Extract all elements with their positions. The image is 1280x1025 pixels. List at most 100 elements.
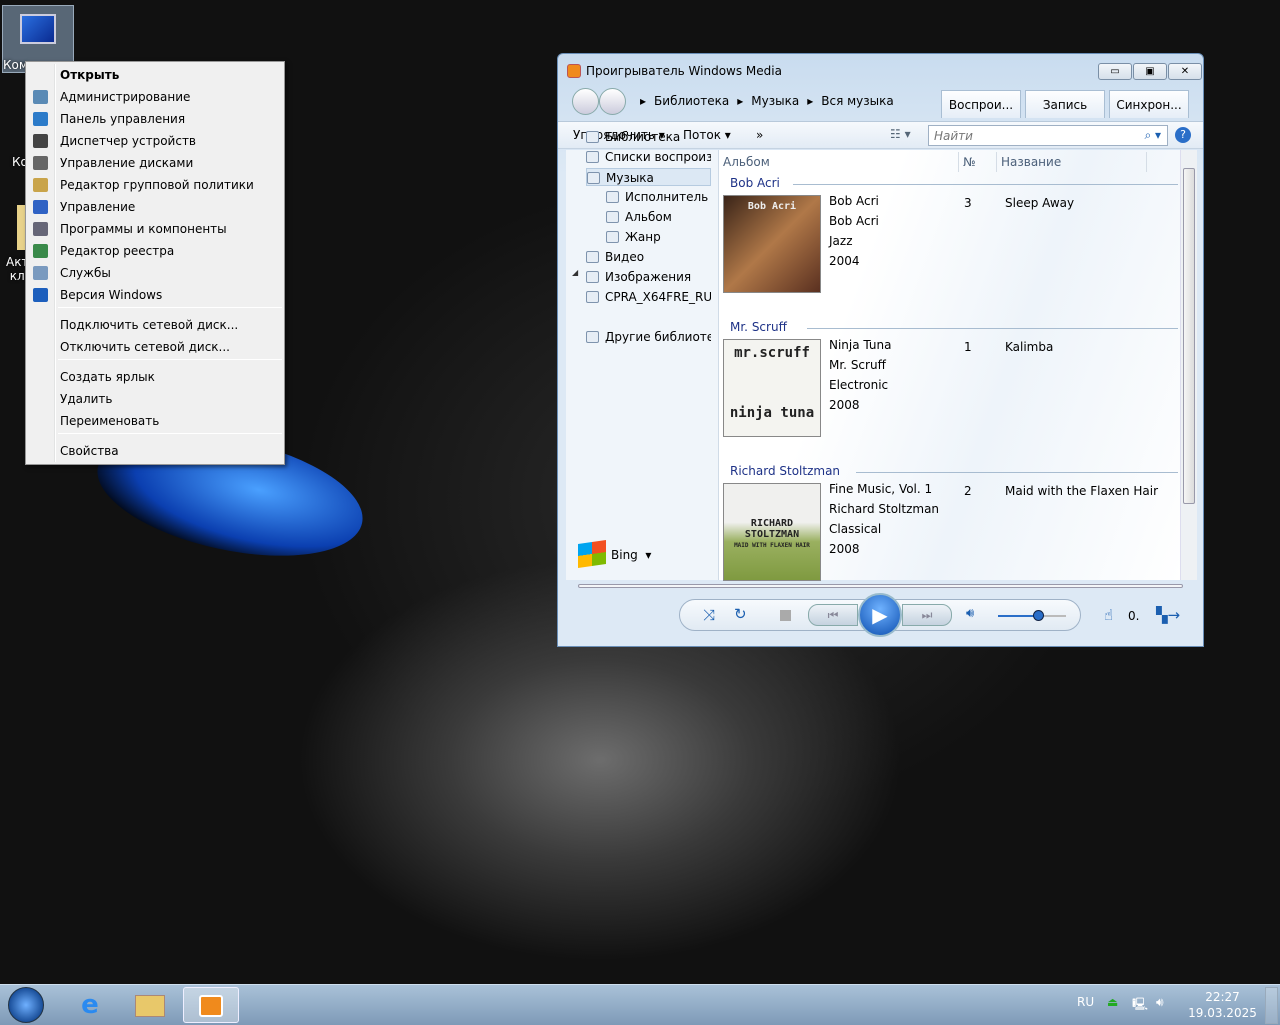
view-options-icon[interactable]: ☷ ▾ [890,127,911,141]
mute-icon[interactable]: 🔊︎ [966,606,974,621]
seek-bar[interactable] [578,584,1183,588]
menu-item-disconnect-network-drive[interactable]: Отключить сетевой диск... [28,336,282,358]
menu-item-registry-editor[interactable]: Редактор реестра [28,240,282,262]
breadcrumb-all-music[interactable]: Вся музыка [821,94,893,108]
album-year: 2008 [829,398,860,412]
folder-icon [135,995,165,1017]
group-header-artist[interactable]: Richard Stoltzman [730,464,840,478]
tab-play[interactable]: Воспрои... [941,90,1021,118]
nav-item-video[interactable]: Видео [586,248,711,266]
album-cover[interactable]: RICHARD STOLTZMAN MAID WITH FLAXEN HAIR [723,483,821,581]
album-album: Bob Acri [829,194,879,208]
menu-item-device-manager[interactable]: Диспетчер устройств [28,130,282,152]
menu-item-group-policy-editor[interactable]: Редактор групповой политики [28,174,282,196]
breadcrumb-library[interactable]: Библиотека [654,94,729,108]
scrollbar-thumb[interactable] [1183,168,1195,504]
computer-icon [20,14,56,44]
column-title[interactable]: Название [997,152,1147,172]
previous-button[interactable]: ⏮ [808,604,858,626]
nav-item-playlists[interactable]: Списки воспроизведения [586,148,711,166]
nav-item-album[interactable]: Альбом [606,208,711,226]
hand-icon[interactable]: ☝ [1104,606,1113,624]
menu-item-disk-management[interactable]: Управление дисками [28,152,282,174]
menu-item-map-network-drive[interactable]: Подключить сетевой диск... [28,314,282,336]
cover-text: ninja tuna [729,405,815,421]
menu-item-open[interactable]: Открыть [28,64,282,86]
tab-sync[interactable]: Синхрон... [1109,90,1189,118]
menu-item-manage[interactable]: Управление [28,196,282,218]
group-divider [793,184,1178,185]
taskbar-explorer[interactable] [122,987,178,1023]
nav-item-artist[interactable]: Исполнитель [606,188,711,206]
group-header-artist[interactable]: Mr. Scruff [730,320,787,334]
album-cover[interactable]: Bob Acri [723,195,821,293]
breadcrumb-music[interactable]: Музыка [751,94,799,108]
nav-item-pictures[interactable]: Изображения [586,268,711,286]
track-title[interactable]: Kalimba [1005,340,1053,354]
clock[interactable]: 22:27 19.03.2025 [1185,989,1260,1021]
start-button[interactable] [8,987,44,1023]
track-title[interactable]: Sleep Away [1005,196,1074,210]
artist-icon [606,191,619,203]
nav-item-cpra-drive[interactable]: CPRA_X64FRE_RU-RU [586,288,711,306]
stop-button[interactable] [780,610,791,621]
minimize-button[interactable]: ▭ [1098,63,1132,80]
bing-button[interactable]: Bing ▾ [611,548,651,562]
taskbar-media-player[interactable] [183,987,239,1023]
album-icon [606,211,619,223]
forward-button[interactable] [599,88,626,115]
search-input[interactable]: Найти ⌕ ▾ [928,125,1168,146]
menu-item-label: Отключить сетевой диск... [60,340,230,354]
search-icon[interactable]: ⌕ ▾ [1144,128,1161,143]
usb-safe-remove-icon[interactable]: ⏏ [1107,995,1118,1009]
taskbar-internet-explorer[interactable]: e [62,987,118,1023]
network-icon[interactable]: 🖳︎ [1132,995,1148,1016]
menu-item-label: Службы [60,266,111,280]
album-cover[interactable]: mr.scruff ninja tuna [723,339,821,437]
close-button[interactable]: ✕ [1168,63,1202,80]
menu-item-delete[interactable]: Удалить [28,388,282,410]
play-button[interactable]: ▶ [858,593,902,637]
repeat-icon[interactable]: ↻ [734,605,747,623]
shuffle-icon[interactable]: ⤨ [703,606,715,624]
album-album-artist: Richard Stoltzman [829,502,940,516]
group-header-artist[interactable]: Bob Acri [730,176,780,190]
menu-separator [58,433,282,434]
show-desktop-button[interactable] [1265,987,1278,1024]
nav-item-other-libraries[interactable]: Другие библиотеки [586,328,711,346]
nav-item-library[interactable]: Библиотека [586,128,711,146]
help-icon[interactable]: ? [1175,127,1191,143]
menu-item-services[interactable]: Службы [28,262,282,284]
menu-item-rename[interactable]: Переименовать [28,410,282,432]
nav-item-music[interactable]: Музыка [586,168,711,186]
back-button[interactable] [572,88,599,115]
group-divider [807,328,1178,329]
taskbar: e RU ⏏ 🖳︎ 🔊︎ 22:27 19.03.2025 [0,984,1280,1025]
tab-burn[interactable]: Запись [1025,90,1105,118]
track-title[interactable]: Maid with the Flaxen Hair [1005,484,1158,498]
menu-item-windows-version[interactable]: Версия Windows [28,284,282,306]
menu-item-programs-features[interactable]: Программы и компоненты [28,218,282,240]
nav-item-genre[interactable]: Жанр [606,228,711,246]
control-panel-icon [33,112,48,126]
more-button[interactable]: » [756,128,763,142]
menu-item-administration[interactable]: Администрирование [28,86,282,108]
disk-management-icon [33,156,48,170]
menu-item-create-shortcut[interactable]: Создать ярлык [28,366,282,388]
language-indicator[interactable]: RU [1077,995,1094,1009]
windows-version-icon [33,288,48,302]
volume-icon[interactable]: 🔊︎ [1156,995,1164,1010]
menu-item-properties[interactable]: Свойства [28,440,282,462]
menu-item-label: Программы и компоненты [60,222,227,236]
expand-arrow-icon[interactable]: ◢ [572,268,578,277]
maximize-button[interactable]: ▣ [1133,63,1167,80]
scrollbar[interactable] [1180,150,1197,580]
nav-item-label: Изображения [605,270,692,284]
next-button[interactable]: ⏭ [902,604,952,626]
menu-item-control-panel[interactable]: Панель управления [28,108,282,130]
column-number[interactable]: № [959,152,997,172]
media-player-window: Проигрыватель Windows Media ▭ ▣ ✕ ▸ Библи… [557,53,1204,647]
column-album[interactable]: Альбом [719,152,959,172]
volume-slider[interactable] [998,610,1066,621]
switch-to-now-playing-icon[interactable]: ▚→ [1156,606,1180,624]
